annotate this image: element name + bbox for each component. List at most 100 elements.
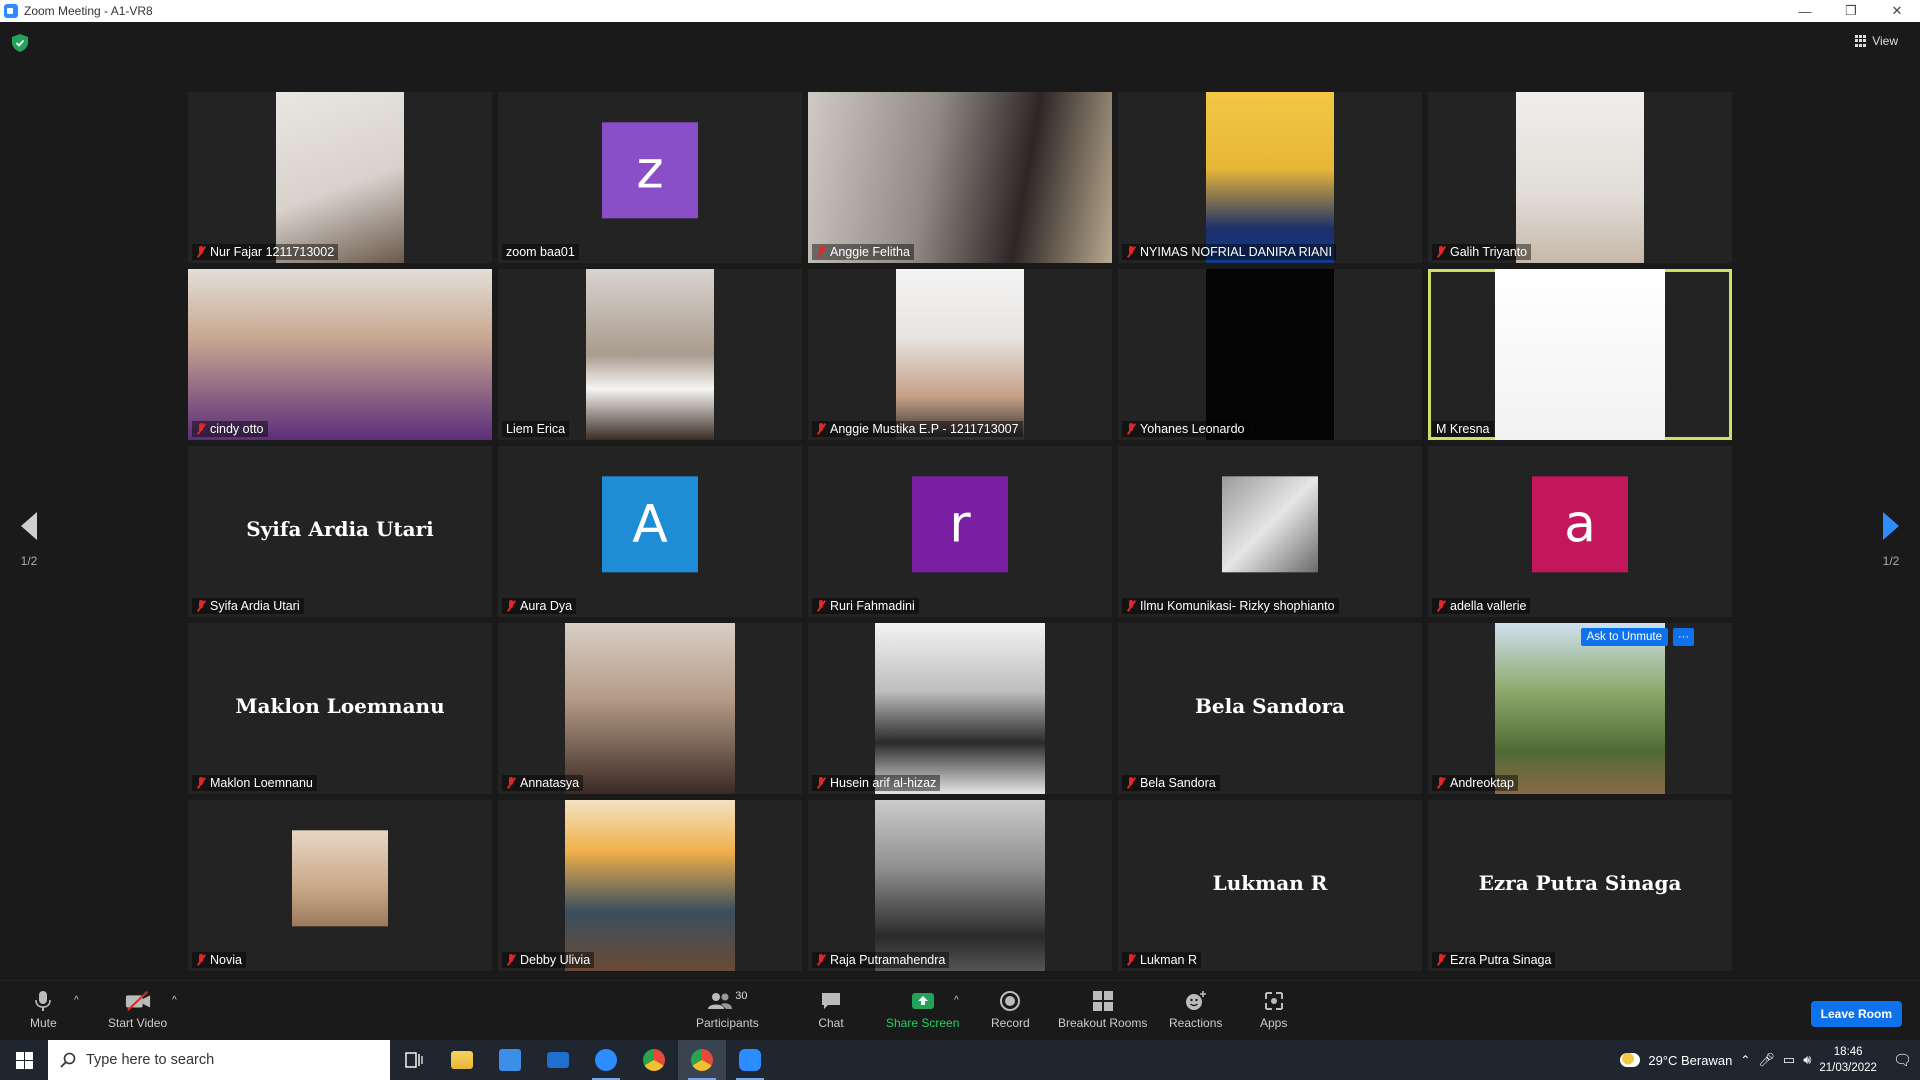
chrome-profile-icon[interactable] [678,1040,726,1080]
zoom-meetings-icon[interactable] [726,1040,774,1080]
share-screen-button[interactable]: Share Screen [886,989,959,1030]
participant-name: Novia [210,953,242,967]
participant-name-label: Ruri Fahmadini [812,598,919,614]
share-screen-label: Share Screen [886,1016,960,1030]
participant-name-label: Bela Sandora [1122,775,1220,791]
participant-name-label: adella vallerie [1432,598,1531,614]
share-screen-icon [910,989,936,1013]
participant-tile[interactable]: Debby Ulivia [498,800,802,971]
participant-name: NYIMAS NOFRIAL DANIRA RIANI [1140,245,1332,259]
participants-button[interactable]: 30 Participants [696,989,759,1030]
participant-name: adella vallerie [1450,599,1527,613]
participant-tile[interactable]: Ezra Putra Sinaga Ezra Putra Sinaga [1428,800,1732,971]
record-button[interactable]: Record [991,989,1030,1030]
participant-tile[interactable]: Andreoktap Ask to Unmute ··· [1428,623,1732,794]
participant-tile[interactable]: r Ruri Fahmadini [808,446,1112,617]
chat-button[interactable]: Chat [818,989,844,1030]
participant-name-label: NYIMAS NOFRIAL DANIRA RIANI [1122,244,1336,260]
audio-options-caret-icon[interactable]: ^ [74,995,79,1006]
participant-tile[interactable]: Bela Sandora Bela Sandora [1118,623,1422,794]
weather-icon[interactable] [1620,1053,1641,1067]
participant-tile[interactable]: M Kresna [1428,269,1732,440]
participant-name: Ezra Putra Sinaga [1450,953,1552,967]
participant-display-name: Syifa Ardia Utari [246,516,434,541]
gallery-grid: Nur Fajar 1211713002 z zoom baa01 Anggie Fe… [188,92,1732,971]
participant-profile-photo [292,829,388,926]
participant-tile[interactable]: Anggie Felitha [808,92,1112,263]
participant-tile[interactable]: Husein arif al-hizaz [808,623,1112,794]
participant-tile[interactable]: Syifa Ardia Utari Syifa Ardia Utari [188,446,492,617]
participant-name: Yohanes Leonardo [1140,422,1245,436]
apps-button[interactable]: Apps [1260,989,1287,1030]
participant-name: Andreoktap [1450,776,1514,790]
participant-avatar: A [602,475,698,572]
zoom-taskbar-icon[interactable] [582,1040,630,1080]
weather-text[interactable]: 29°C Berawan [1648,1053,1732,1068]
participant-tile[interactable]: Yohanes Leonardo [1118,269,1422,440]
participant-tile[interactable]: Lukman R Lukman R [1118,800,1422,971]
volume-icon[interactable]: 🔊︎ [1803,1052,1811,1068]
participant-name-label: zoom baa01 [502,244,579,260]
ask-to-unmute-button[interactable]: Ask to Unmute [1580,628,1668,646]
microphone-muted-icon [816,954,826,966]
participant-name-label: Debby Ulivia [502,952,595,968]
participant-tile[interactable]: z zoom baa01 [498,92,802,263]
reactions-button[interactable]: Reactions [1169,989,1222,1030]
previous-page-button[interactable]: 1/2 [14,512,44,568]
participant-tile[interactable]: Raja Putramahendra [808,800,1112,971]
maximize-button[interactable]: ❐ [1828,0,1874,22]
network-icon[interactable]: ▭ [1783,1052,1795,1068]
participant-tile[interactable]: Nur Fajar 1211713002 [188,92,492,263]
participant-tile[interactable]: Novia [188,800,492,971]
notifications-icon[interactable]: 🗨︎ [1893,1051,1912,1069]
participant-tile[interactable]: a adella vallerie [1428,446,1732,617]
participant-display-name: Maklon Loemnanu [235,693,445,718]
smiley-plus-icon [1183,989,1209,1013]
participant-tile[interactable]: Maklon Loemnanu Maklon Loemnanu [188,623,492,794]
arrow-right-icon [1883,512,1899,540]
window-titlebar: Zoom Meeting - A1-VR8 — ❐ ✕ [0,0,1920,22]
participant-name: Liem Erica [506,422,566,436]
zoom-app-icon [4,4,18,18]
participant-name: Ilmu Komunikasi- Rizky shophianto [1140,599,1335,613]
video-options-caret-icon[interactable]: ^ [172,995,177,1006]
microphone-tray-icon[interactable]: 🎤︎ [1758,1052,1775,1068]
meeting-toolbar: Mute ^ Start Video ^ 30 Participants Cha… [0,980,1920,1040]
start-video-button[interactable]: Start Video [108,989,167,1030]
next-page-button[interactable]: 1/2 [1876,512,1906,568]
file-explorer-icon[interactable] [438,1040,486,1080]
chevron-up-icon[interactable]: ⌃ [1740,1053,1750,1067]
shield-check-icon[interactable] [12,34,28,52]
participant-tile[interactable]: Annatasya [498,623,802,794]
participant-tile[interactable]: Anggie Mustika E.P - 1211713007 [808,269,1112,440]
windows-start-icon[interactable] [0,1040,48,1080]
chrome-icon[interactable] [630,1040,678,1080]
participant-tile[interactable]: Ilmu Komunikasi- Rizky shophianto [1118,446,1422,617]
leave-room-button[interactable]: Leave Room [1810,1001,1902,1027]
participants-label: Participants [696,1016,759,1030]
microphone-muted-icon [1436,600,1446,612]
participant-tile[interactable]: Liem Erica [498,269,802,440]
microphone-muted-icon [1436,246,1446,258]
mute-button[interactable]: Mute [30,989,57,1030]
more-options-button[interactable]: ··· [1673,628,1694,646]
minimize-button[interactable]: — [1782,0,1828,22]
participant-tile[interactable]: Galih Triyanto [1428,92,1732,263]
close-button[interactable]: ✕ [1874,0,1920,22]
mute-label: Mute [30,1016,57,1030]
microsoft-store-icon[interactable] [486,1040,534,1080]
microphone-muted-icon [196,600,206,612]
microphone-muted-icon [816,246,826,258]
mail-icon[interactable] [534,1040,582,1080]
taskbar-search[interactable]: Type here to search [48,1040,390,1080]
breakout-rooms-button[interactable]: Breakout Rooms [1058,989,1147,1030]
participant-name-label: Maklon Loemnanu [192,775,317,791]
task-view-icon[interactable] [390,1040,438,1080]
participant-profile-photo [1222,475,1318,572]
participant-tile[interactable]: NYIMAS NOFRIAL DANIRA RIANI [1118,92,1422,263]
share-options-caret-icon[interactable]: ^ [954,995,959,1006]
view-button[interactable]: View [1855,34,1898,48]
participant-tile[interactable]: A Aura Dya [498,446,802,617]
taskbar-clock[interactable]: 18:46 21/03/2022 [1819,1044,1877,1076]
participant-tile[interactable]: cindy otto [188,269,492,440]
